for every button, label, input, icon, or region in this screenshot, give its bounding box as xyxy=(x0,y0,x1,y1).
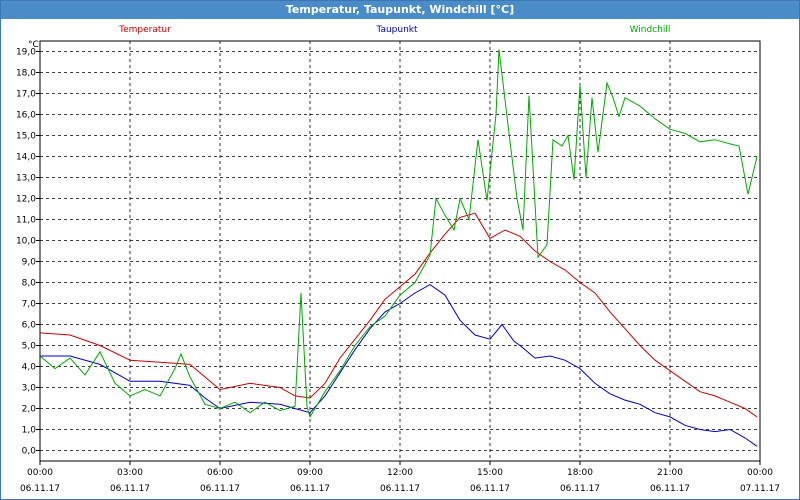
y-tick-label: 13,0 xyxy=(16,174,36,184)
x-tick-date: 06.11.17 xyxy=(380,484,420,494)
x-tick-time: 06:00 xyxy=(207,468,233,478)
x-tick-date: 06.11.17 xyxy=(110,484,150,494)
legend-label-temperatur: Temperatur xyxy=(118,25,171,35)
window-title: Temperatur, Taupunkt, Windchill [°C] xyxy=(1,1,799,19)
x-tick-date: 06.11.17 xyxy=(560,484,600,494)
y-tick-label: 2,0 xyxy=(22,405,37,415)
y-tick-label: 12,0 xyxy=(16,195,36,205)
x-tick-time: 15:00 xyxy=(477,468,503,478)
y-tick-label: 6,0 xyxy=(22,321,37,331)
x-tick-date: 06.11.17 xyxy=(290,484,330,494)
y-tick-label: 0,0 xyxy=(22,447,37,457)
y-axis-ticks: 19,018,017,016,015,014,013,012,011,010,0… xyxy=(16,48,40,457)
y-tick-label: 8,0 xyxy=(22,279,37,289)
x-axis-ticks: 00:00 06.11.17 03:00 06.11.17 06:00 06.11.17 0… xyxy=(20,461,780,494)
y-tick-label: 3,0 xyxy=(22,384,37,394)
y-tick-label: 9,0 xyxy=(22,258,37,268)
y-axis-unit: °C xyxy=(28,40,39,50)
y-tick-label: 15,0 xyxy=(16,132,36,142)
x-tick-date: 06.11.17 xyxy=(470,484,510,494)
y-tick-label: 17,0 xyxy=(16,90,36,100)
line-chart: 19,018,017,016,015,014,013,012,011,010,0… xyxy=(16,25,780,494)
y-tick-label: 5,0 xyxy=(22,342,37,352)
x-tick-date: 06.11.17 xyxy=(650,484,690,494)
legend-label-taupunkt: Taupunkt xyxy=(375,25,418,35)
y-tick-label: 14,0 xyxy=(16,153,36,163)
x-tick-time: 18:00 xyxy=(567,468,593,478)
x-tick-time: 00:00 xyxy=(27,468,53,478)
y-tick-label: 7,0 xyxy=(22,300,37,310)
x-tick-time: 09:00 xyxy=(297,468,323,478)
x-tick-date: 07.11.17 xyxy=(740,484,780,494)
y-tick-label: 11,0 xyxy=(16,216,36,226)
x-tick-date: 06.11.17 xyxy=(200,484,240,494)
y-tick-label: 1,0 xyxy=(22,426,37,436)
x-tick-time: 03:00 xyxy=(117,468,143,478)
x-tick-time: 12:00 xyxy=(387,468,413,478)
y-tick-label: 18,0 xyxy=(16,69,36,79)
x-tick-time: 00:00 xyxy=(747,468,773,478)
x-tick-time: 21:00 xyxy=(657,468,683,478)
y-tick-label: 4,0 xyxy=(22,363,37,373)
y-tick-label: 10,0 xyxy=(16,237,36,247)
legend: Temperatur Taupunkt Windchill xyxy=(118,25,670,35)
y-tick-label: 16,0 xyxy=(16,111,36,121)
legend-label-windchill: Windchill xyxy=(630,25,671,35)
x-tick-date: 06.11.17 xyxy=(20,484,60,494)
